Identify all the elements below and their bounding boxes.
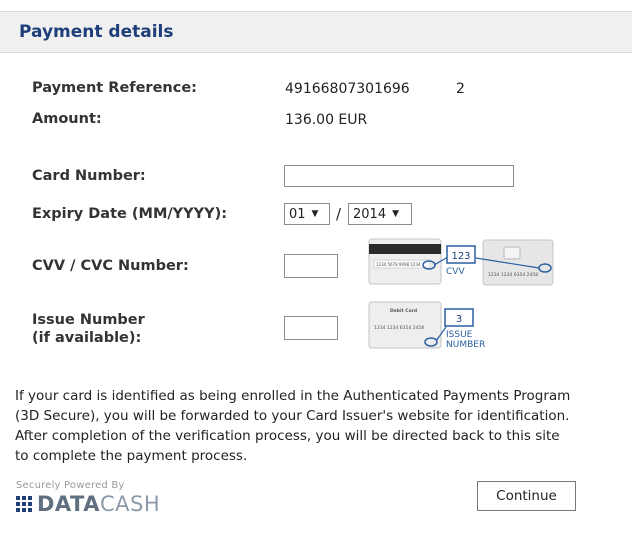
logo-brand-cash: CASH (100, 492, 161, 516)
cvv-caption: CVV (446, 267, 465, 277)
issue-number-label-line2: (if available): (32, 330, 142, 346)
datacash-logo: Securely Powered By DATACASH (16, 480, 160, 516)
continue-button[interactable]: Continue (477, 481, 576, 511)
expiry-year-value: 2014 (353, 206, 387, 222)
issue-code: 3 (456, 314, 462, 325)
header-bar: Payment details (0, 11, 632, 53)
page-title: Payment details (19, 22, 174, 42)
payment-reference-label: Payment Reference: (32, 80, 197, 96)
cvv-code: 123 (451, 251, 470, 262)
card-number-label: Card Number: (32, 168, 146, 184)
logo-brand: DATACASH (37, 492, 160, 516)
issue-number-label-line1: Issue Number (32, 312, 145, 328)
issue-card-title: Debit Card (390, 308, 417, 314)
issue-card-illustration: Debit Card 1234 1234 6354 2458 3 ISSUE N… (368, 301, 485, 350)
chevron-down-icon: ▼ (392, 209, 400, 219)
issue-card-digits: 1234 1234 6354 2458 (374, 325, 424, 331)
cvv-front-digits: 1234 1234 6354 2458 (488, 272, 538, 278)
payment-reference-suffix: 2 (456, 81, 465, 97)
cvv-back-digits: 1234 5678 9098 1234 (376, 262, 421, 267)
issue-caption-line2: NUMBER (446, 340, 485, 350)
cvv-card-illustration: 1234 5678 9098 1234 1234 1234 6354 2458 … (368, 238, 554, 286)
amount-label: Amount: (32, 111, 102, 127)
cvv-input[interactable] (284, 254, 338, 278)
expiry-month-value: 01 (289, 206, 306, 222)
issue-number-input[interactable] (284, 316, 338, 340)
expiry-year-select[interactable]: 2014 ▼ (348, 203, 412, 225)
issue-caption-line1: ISSUE (446, 330, 473, 340)
datacash-grid-icon (16, 496, 32, 512)
3d-secure-info-text: If your card is identified as being enro… (15, 388, 571, 464)
cvv-label: CVV / CVC Number: (32, 258, 189, 274)
logo-tagline: Securely Powered By (16, 480, 125, 491)
card-number-input[interactable] (284, 165, 514, 187)
expiry-date-label: Expiry Date (MM/YYYY): (32, 206, 228, 222)
expiry-month-select[interactable]: 01 ▼ (284, 203, 330, 225)
amount-value: 136.00 EUR (285, 112, 368, 128)
payment-reference-value: 49166807301696 (285, 81, 410, 97)
chevron-down-icon: ▼ (311, 209, 319, 219)
logo-brand-data: DATA (37, 492, 101, 516)
expiry-separator: / (336, 205, 342, 223)
